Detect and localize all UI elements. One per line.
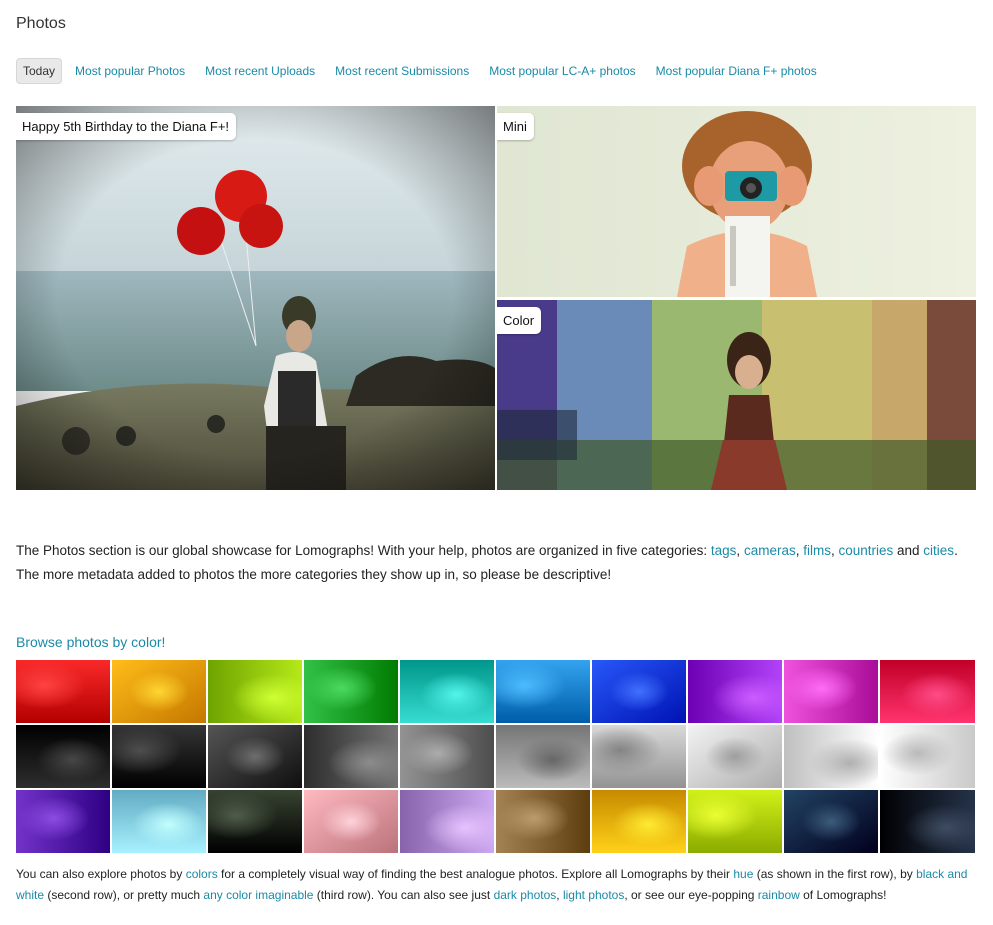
featured-photo-color[interactable]: Color <box>497 300 976 490</box>
link-tags[interactable]: tags <box>711 543 737 558</box>
link-hue[interactable]: hue <box>733 867 753 881</box>
child-camera-photo <box>497 106 976 297</box>
color-thumbnail[interactable] <box>688 790 782 853</box>
link-rainbow[interactable]: rainbow <box>758 888 800 902</box>
link-colors[interactable]: colors <box>186 867 218 881</box>
color-thumbnail[interactable] <box>592 725 686 788</box>
color-thumbnail[interactable] <box>496 790 590 853</box>
color-thumbnail[interactable] <box>784 790 878 853</box>
color-thumbnail[interactable] <box>208 660 302 723</box>
link-cameras[interactable]: cameras <box>744 543 796 558</box>
featured-label-diana: Happy 5th Birthday to the Diana F+! <box>16 113 237 140</box>
color-thumbnail[interactable] <box>400 725 494 788</box>
tab-today[interactable]: Today <box>16 58 63 84</box>
page-title: Photos <box>16 15 66 32</box>
footer-text: (as shown in the first row), by <box>753 867 917 881</box>
color-thumbnail[interactable] <box>400 790 494 853</box>
link-any-color[interactable]: any color imaginable <box>203 888 313 902</box>
footer-text: , or see our eye-popping <box>624 888 758 902</box>
color-thumbnail[interactable] <box>400 660 494 723</box>
hue-row <box>16 660 976 723</box>
footer-text: (second row), or pretty much <box>44 888 204 902</box>
color-thumbnail[interactable] <box>16 725 110 788</box>
beach-balloon-photo <box>16 106 495 490</box>
color-thumbnail[interactable] <box>208 790 302 853</box>
color-thumbnail[interactable] <box>784 725 878 788</box>
link-light-photos[interactable]: light photos <box>563 888 624 902</box>
footer-text: of Lomographs! <box>799 888 887 902</box>
color-thumbnail[interactable] <box>112 790 206 853</box>
color-thumbnail[interactable] <box>304 725 398 788</box>
tab-most-recent-uploads[interactable]: Most recent Uploads <box>205 58 315 84</box>
separator: , <box>736 543 744 558</box>
color-thumbnail[interactable] <box>112 660 206 723</box>
description-text: The Photos section is our global showcas… <box>16 543 711 558</box>
black-white-row <box>16 725 976 788</box>
photos-description: The Photos section is our global showcas… <box>16 539 978 587</box>
color-thumbnail[interactable] <box>16 790 110 853</box>
color-thumbnail[interactable] <box>496 660 590 723</box>
color-thumbnail[interactable] <box>688 725 782 788</box>
featured-photos: Happy 5th Birthday to the Diana F+! Mini <box>16 106 976 490</box>
color-thumbnail[interactable] <box>784 660 878 723</box>
browse-by-color-link[interactable]: Browse photos by color! <box>16 634 165 650</box>
color-photo-grid <box>16 660 976 855</box>
color-thumbnail[interactable] <box>880 660 975 723</box>
color-explore-text: You can also explore photos by colors fo… <box>16 864 976 906</box>
link-dark-photos[interactable]: dark photos <box>494 888 557 902</box>
tab-most-popular-diana[interactable]: Most popular Diana F+ photos <box>656 58 817 84</box>
color-thumbnail[interactable] <box>16 660 110 723</box>
link-countries[interactable]: countries <box>838 543 893 558</box>
color-stripes-photo <box>497 300 976 490</box>
tab-most-popular-lca[interactable]: Most popular LC-A+ photos <box>489 58 635 84</box>
color-thumbnail[interactable] <box>592 790 686 853</box>
any-color-row <box>16 790 976 853</box>
featured-photo-mini[interactable]: Mini <box>497 106 976 297</box>
color-thumbnail[interactable] <box>208 725 302 788</box>
tab-most-recent-submissions[interactable]: Most recent Submissions <box>335 58 469 84</box>
photo-tabs: Today Most popular Photos Most recent Up… <box>16 58 837 84</box>
footer-text: You can also explore photos by <box>16 867 186 881</box>
footer-text: , <box>556 888 563 902</box>
featured-photo-diana[interactable]: Happy 5th Birthday to the Diana F+! <box>16 106 495 490</box>
link-cities[interactable]: cities <box>923 543 954 558</box>
color-thumbnail[interactable] <box>880 790 975 853</box>
featured-label-color: Color <box>497 307 542 334</box>
tab-most-popular-photos[interactable]: Most popular Photos <box>75 58 185 84</box>
footer-text: for a completely visual way of finding t… <box>217 867 734 881</box>
color-thumbnail[interactable] <box>304 660 398 723</box>
color-thumbnail[interactable] <box>880 725 975 788</box>
featured-label-mini: Mini <box>497 113 534 140</box>
color-thumbnail[interactable] <box>304 790 398 853</box>
color-thumbnail[interactable] <box>688 660 782 723</box>
color-thumbnail[interactable] <box>496 725 590 788</box>
color-thumbnail[interactable] <box>592 660 686 723</box>
footer-text: (third row). You can also see just <box>313 888 494 902</box>
link-films[interactable]: films <box>803 543 831 558</box>
description-text: and <box>893 543 924 558</box>
color-thumbnail[interactable] <box>112 725 206 788</box>
